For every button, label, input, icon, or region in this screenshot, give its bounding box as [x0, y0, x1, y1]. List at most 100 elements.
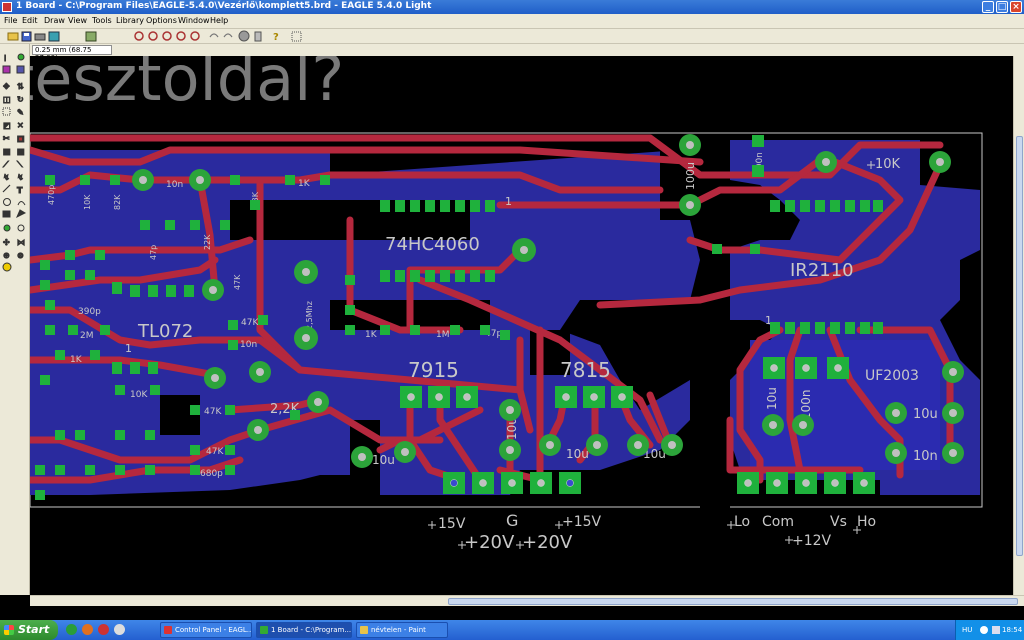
text-icon[interactable]: T: [17, 186, 24, 196]
zoom-fit-icon[interactable]: [134, 31, 144, 41]
errors-icon[interactable]: [2, 262, 12, 272]
menu-edit[interactable]: Edit: [22, 16, 38, 25]
circle-icon[interactable]: [3, 198, 11, 206]
quicklaunch-browser-icon[interactable]: [66, 624, 77, 635]
menu-library[interactable]: Library: [116, 16, 144, 25]
label-100u-top: 100u: [684, 162, 697, 190]
erc-icon[interactable]: ⊗: [17, 251, 25, 261]
label-10u-rot: 10u: [765, 387, 779, 410]
help-icon[interactable]: ?: [273, 32, 279, 43]
label-10n-b: 10n: [913, 449, 938, 464]
conn-label-plus12v: +12V: [792, 533, 832, 549]
wire-icon[interactable]: [2, 184, 11, 193]
task-app-icon: [260, 626, 268, 634]
task-control-panel[interactable]: Control Panel - EAGL...: [160, 622, 252, 638]
task-eagle-board[interactable]: 1 Board - C:\Program...: [256, 622, 352, 638]
label-22k: 22K: [203, 234, 212, 250]
undo-icon[interactable]: [209, 33, 219, 38]
menu-help[interactable]: Help: [210, 16, 228, 25]
zoom-in-icon[interactable]: [148, 31, 158, 41]
menu-window[interactable]: Window: [178, 16, 210, 25]
grid-icon[interactable]: [291, 31, 302, 42]
zoom-redraw-icon[interactable]: [176, 31, 186, 41]
horizontal-scrollbar[interactable]: [30, 595, 1024, 606]
rotate-icon[interactable]: ↻: [17, 95, 25, 105]
tray-language[interactable]: HU: [962, 620, 972, 640]
tray-volume-icon[interactable]: [992, 626, 1000, 634]
menu-options[interactable]: Options: [146, 16, 177, 25]
hole-icon[interactable]: [17, 224, 25, 232]
cam-icon[interactable]: [48, 31, 60, 42]
rect-icon[interactable]: [2, 210, 11, 218]
go-icon[interactable]: [254, 31, 262, 42]
value-icon[interactable]: ▤: [3, 147, 12, 157]
tray-network-icon[interactable]: [980, 626, 988, 634]
menu-file[interactable]: File: [4, 16, 17, 25]
close-button[interactable]: ×: [1010, 1, 1022, 13]
add-icon[interactable]: ✂: [3, 134, 11, 144]
paste-icon[interactable]: ◩: [3, 121, 12, 131]
auto-icon[interactable]: ⊕: [3, 251, 11, 261]
ic-label-74hc4060: 74HC4060: [385, 234, 480, 255]
menu-bar: File Edit Draw View Tools Library Option…: [0, 14, 1024, 29]
maximize-button[interactable]: □: [996, 1, 1008, 13]
pin1-marker-tl072: 1: [125, 342, 132, 355]
copy-icon[interactable]: ⇅: [17, 82, 25, 92]
attribute-icon[interactable]: ✣: [3, 238, 11, 248]
optimize-icon[interactable]: ⟍: [17, 160, 24, 170]
redo-icon[interactable]: [223, 33, 233, 38]
ic-label-tl072: TL072: [137, 321, 193, 342]
window-title: 1 Board - C:\Program Files\EAGLE-5.4.0\V…: [16, 1, 432, 11]
move-icon[interactable]: ✥: [3, 82, 11, 92]
delete-icon[interactable]: ✕: [17, 121, 25, 131]
mirror-icon[interactable]: ◫: [3, 95, 12, 105]
start-label: Start: [18, 623, 50, 636]
vertical-scrollbar[interactable]: [1013, 56, 1024, 595]
menu-view[interactable]: View: [68, 16, 87, 25]
task-paint[interactable]: névtelen - Paint: [356, 622, 448, 638]
save-icon[interactable]: [21, 31, 32, 42]
menu-tools[interactable]: Tools: [92, 16, 112, 25]
title-bar: 1 Board - C:\Program Files\EAGLE-5.4.0\V…: [0, 0, 1024, 14]
vertical-scroll-thumb[interactable]: [1016, 136, 1023, 556]
label-10k-top: 10K: [875, 157, 901, 172]
tool-palette: i ✥ ⇅ ◫ ↻ ✎ ◩ ✕ ✂ ▣ ▤ ▥ ⟋ ⟍ ↯ ↯ T ✣ ⋈ ⊕ …: [0, 44, 30, 595]
change-icon[interactable]: ✎: [17, 108, 25, 118]
ratsnest-icon[interactable]: ⋈: [17, 238, 26, 248]
show-icon[interactable]: [17, 53, 25, 61]
mark-icon[interactable]: [16, 65, 25, 74]
smash-icon[interactable]: ▥: [17, 147, 26, 157]
conn-label-lo: Lo: [734, 514, 750, 530]
zoom-select-icon[interactable]: [190, 31, 200, 41]
stop-icon[interactable]: [238, 30, 250, 42]
label-47p-rot: 47p: [149, 245, 158, 260]
zoom-out-icon[interactable]: [162, 31, 172, 41]
route-icon[interactable]: ↯: [3, 173, 11, 183]
minimize-button[interactable]: _: [982, 1, 994, 13]
menu-draw[interactable]: Draw: [44, 16, 65, 25]
polygon-icon[interactable]: [16, 209, 27, 219]
name-icon[interactable]: ▣: [17, 134, 26, 144]
label-1k-c: 1K: [70, 355, 83, 365]
board-canvas[interactable]: tesztoldal? 74HC4060 IR2110 TL072 7915 7…: [30, 56, 1013, 595]
conn-label-g: G: [506, 511, 518, 530]
print-icon[interactable]: [34, 33, 46, 41]
open-icon[interactable]: [7, 32, 19, 41]
info-icon[interactable]: i: [4, 54, 7, 64]
horizontal-scroll-thumb[interactable]: [448, 598, 1018, 605]
via-icon[interactable]: [3, 224, 11, 232]
quicklaunch-firefox-icon[interactable]: [82, 624, 93, 635]
group-icon[interactable]: [2, 107, 11, 116]
ripup-icon[interactable]: ↯: [17, 173, 25, 183]
conn-label-com: Com: [762, 514, 794, 530]
label-1k-b: 1K: [365, 330, 378, 340]
quicklaunch-app-icon[interactable]: [98, 624, 109, 635]
split-icon[interactable]: ⟋: [3, 160, 10, 170]
display-icon[interactable]: [2, 65, 11, 74]
arc-icon[interactable]: [17, 201, 26, 206]
start-button[interactable]: Start: [0, 620, 58, 640]
label-10n: 10n: [166, 180, 183, 190]
quicklaunch-explorer-icon[interactable]: [114, 624, 125, 635]
script-icon[interactable]: [85, 31, 97, 42]
label-10k-c: 10K: [83, 194, 92, 210]
